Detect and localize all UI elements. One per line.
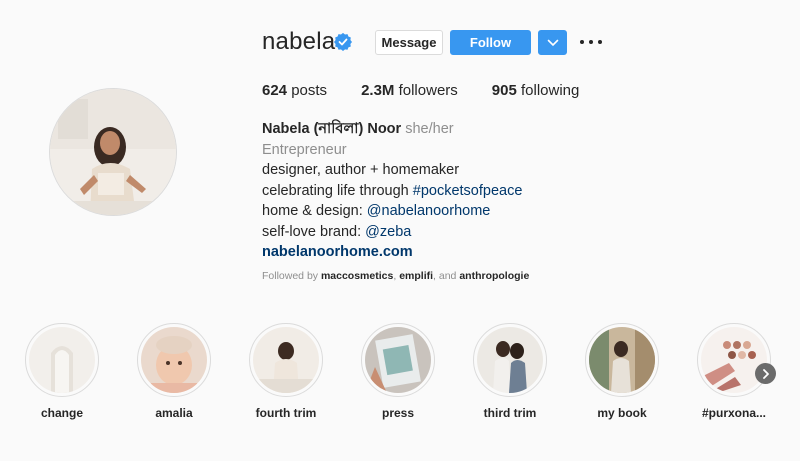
highlight-cover <box>137 323 211 397</box>
followers-label: followers <box>398 82 458 99</box>
highlight-cover <box>361 323 435 397</box>
suggested-accounts-dropdown-button[interactable] <box>538 30 567 55</box>
highlight-image <box>29 327 95 393</box>
avatar-photo <box>50 89 176 215</box>
highlight-label: third trim <box>483 406 537 420</box>
followed-by-user: anthropologie <box>459 270 530 282</box>
mention-link-nabelanoorhome[interactable]: @nabelanoorhome <box>367 203 491 219</box>
highlight-label: fourth trim <box>255 406 317 420</box>
profile-bio: Nabela (নাবিলা) Noor she/her Entrepreneu… <box>262 119 522 263</box>
highlight-item[interactable]: change <box>17 323 107 420</box>
highlight-cover <box>585 323 659 397</box>
followed-by-user: maccosmetics <box>320 270 394 282</box>
highlight-cover <box>473 323 547 397</box>
bio-line-3-text: home & design: <box>262 203 367 219</box>
followed-by-user: emplifi <box>399 270 434 282</box>
highlight-label: press <box>381 406 415 420</box>
posts-stat: 624 posts <box>262 82 327 99</box>
followed-by-separator: , and <box>433 270 460 282</box>
highlight-label: change <box>40 406 83 420</box>
message-button[interactable]: Message <box>375 30 443 55</box>
followers-stat[interactable]: 2.3M followers <box>361 82 458 99</box>
profile-username: nabela <box>262 28 336 55</box>
bio-line-2-text: celebrating life through <box>262 182 413 199</box>
verified-badge-icon <box>334 33 352 51</box>
bio-line-1: designer, author + homemaker <box>262 162 460 178</box>
website-link[interactable]: nabelanoorhome.com <box>262 242 522 263</box>
highlight-cover <box>25 323 99 397</box>
followers-count: 2.3M <box>361 82 395 99</box>
highlight-item[interactable]: fourth trim <box>241 323 331 420</box>
highlight-image <box>701 327 767 393</box>
profile-stats: 624 posts 2.3M followers 905 following <box>262 82 613 99</box>
highlight-image <box>141 327 207 393</box>
following-count: 905 <box>491 82 517 99</box>
chevron-down-icon <box>547 39 558 46</box>
mention-link-zeba[interactable]: @zeba <box>365 224 411 240</box>
highlight-image <box>589 327 655 393</box>
followed-by-prefix: Followed by <box>262 270 321 282</box>
highlight-cover <box>697 323 771 397</box>
pronouns: she/her <box>405 121 454 137</box>
followed-by-text[interactable]: Followed by maccosmetics, emplifi, and a… <box>262 270 529 282</box>
highlight-image <box>365 327 431 393</box>
highlight-image <box>477 327 543 393</box>
highlight-cover <box>249 323 323 397</box>
chevron-right-icon <box>762 368 769 379</box>
bio-line-4-text: self-love brand: <box>262 223 366 240</box>
highlight-label: my book <box>597 406 647 420</box>
highlight-label: #purxona... <box>701 406 766 420</box>
more-options-icon[interactable] <box>580 34 602 50</box>
highlights-next-button[interactable] <box>755 363 776 384</box>
highlight-image <box>253 327 319 393</box>
highlight-item[interactable]: my book <box>577 323 667 420</box>
category-label: Entrepreneur <box>262 141 347 158</box>
hashtag-link[interactable]: #pocketsofpeace <box>413 183 523 199</box>
profile-avatar[interactable] <box>49 88 177 216</box>
highlight-item[interactable]: amalia <box>129 323 219 420</box>
posts-label: posts <box>291 82 328 99</box>
following-label: following <box>520 82 580 99</box>
following-stat[interactable]: 905 following <box>492 82 580 99</box>
highlight-item[interactable]: press <box>353 323 443 420</box>
highlight-label: amalia <box>155 406 193 420</box>
posts-count: 624 <box>262 82 288 99</box>
follow-button[interactable]: Follow <box>450 30 531 55</box>
full-name: Nabela (নাবিলা) Noor <box>262 121 402 137</box>
highlight-item[interactable]: third trim <box>465 323 555 420</box>
